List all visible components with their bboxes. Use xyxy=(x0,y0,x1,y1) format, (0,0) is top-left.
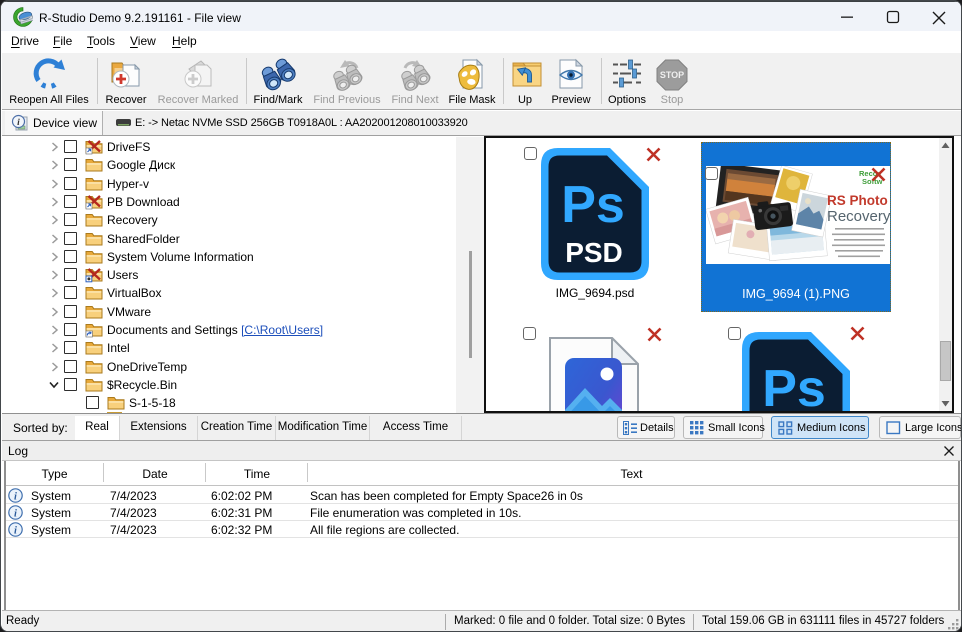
svg-text:i: i xyxy=(14,491,17,502)
svg-text:i: i xyxy=(17,118,20,128)
svg-text:i: i xyxy=(14,508,17,519)
svg-text:STOP: STOP xyxy=(660,70,684,80)
svg-text:RS Photo: RS Photo xyxy=(827,193,888,208)
svg-text:Recovery: Recovery xyxy=(827,208,890,225)
svg-text:i: i xyxy=(14,525,17,536)
